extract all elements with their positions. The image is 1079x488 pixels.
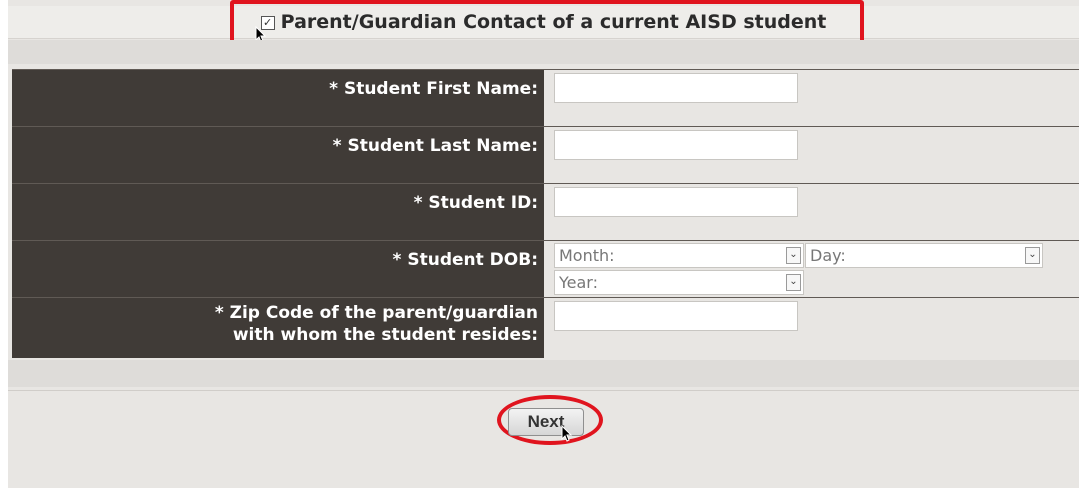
first-name-cell [544,70,1079,127]
dob-year-select[interactable]: Year: ⌄ [554,270,804,295]
student-first-name-input[interactable] [554,73,798,103]
student-id-label: * Student ID: [12,184,544,241]
zip-code-input[interactable] [554,301,798,331]
zip-label: * Zip Code of the parent/guardian with w… [12,298,544,358]
zip-label-line2: with whom the student resides: [232,325,538,345]
dob-day-select[interactable]: Day: ⌄ [805,243,1043,268]
last-name-cell [544,127,1079,184]
section-spacer [8,40,1079,64]
first-name-label: * Student First Name: [12,70,544,127]
chevron-down-icon: ⌄ [1025,247,1040,264]
row-last-name: * Student Last Name: [12,126,1079,184]
chevron-down-icon: ⌄ [786,247,801,264]
student-info-form: * Student First Name: * Student Last Nam… [12,69,1079,358]
zip-label-line1: * Zip Code of the parent/guardian [214,303,538,323]
mouse-cursor-icon [561,425,573,442]
dob-label: * Student DOB: [12,241,544,298]
student-id-cell [544,184,1079,241]
student-id-input[interactable] [554,187,798,217]
student-last-name-input[interactable] [554,130,798,160]
year-placeholder: Year: [559,273,598,292]
zip-cell [544,298,1079,358]
month-placeholder: Month: [559,246,615,265]
row-dob: * Student DOB: Month: ⌄ Day: ⌄ Year: ⌄ [12,240,1079,298]
chevron-down-icon: ⌄ [786,274,801,291]
row-student-id: * Student ID: [12,183,1079,241]
highlight-box [230,0,864,45]
last-name-label: * Student Last Name: [12,127,544,184]
footer-spacer [8,360,1079,387]
dob-cell: Month: ⌄ Day: ⌄ Year: ⌄ [544,241,1079,298]
dob-month-select[interactable]: Month: ⌄ [554,243,804,268]
row-first-name: * Student First Name: [12,69,1079,127]
form-frame: ✓ Parent/Guardian Contact of a current A… [8,0,1079,488]
row-zip: * Zip Code of the parent/guardian with w… [12,297,1079,358]
day-placeholder: Day: [810,246,846,265]
